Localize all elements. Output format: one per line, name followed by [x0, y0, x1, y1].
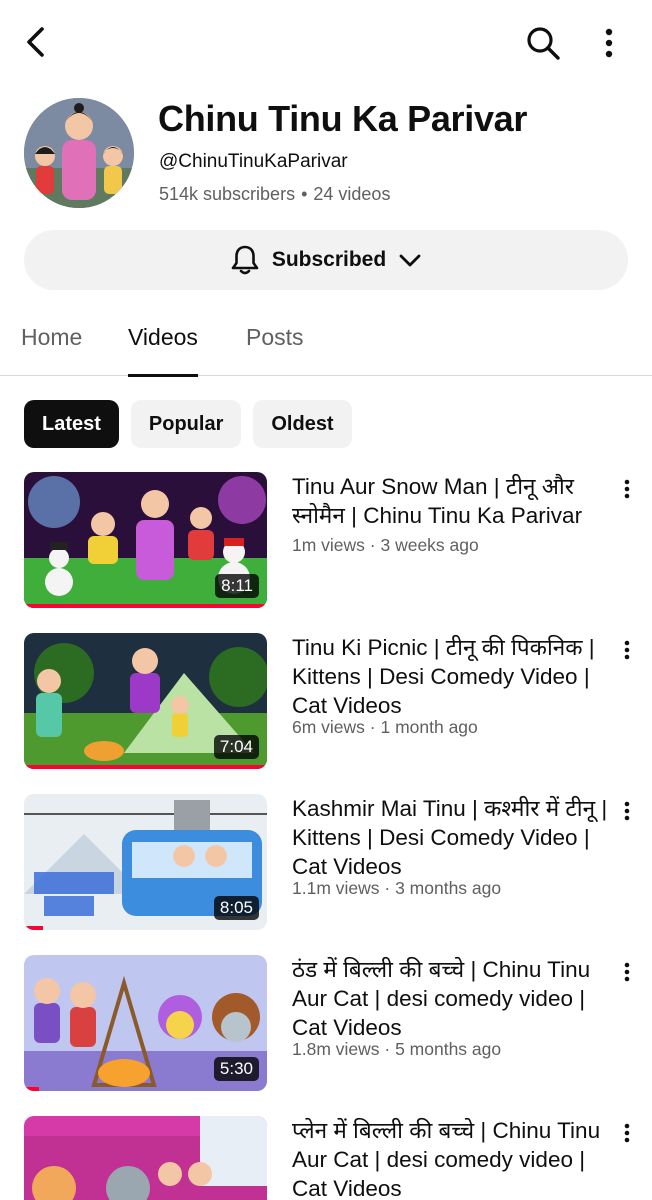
- video-title[interactable]: Kashmir Mai Tinu | कश्मीर में टीनू | Kit…: [292, 794, 612, 881]
- top-bar: [0, 0, 652, 84]
- watch-progress-bar: [24, 765, 267, 769]
- tab-home[interactable]: Home: [21, 324, 82, 376]
- video-item[interactable]: 5:30 ठंड में बिल्ली की बच्चे | Chinu Tin…: [0, 955, 652, 1093]
- chevron-left-icon: [27, 27, 44, 57]
- video-more-button[interactable]: [614, 635, 640, 665]
- stats-separator: •: [301, 184, 308, 204]
- sort-chips: Latest Popular Oldest: [24, 400, 352, 448]
- search-button[interactable]: [520, 20, 566, 66]
- video-meta: 1m views · 3 weeks ago: [292, 535, 479, 555]
- subscribed-button[interactable]: Subscribed: [24, 230, 628, 290]
- subscribed-label: Subscribed: [271, 248, 387, 271]
- video-title[interactable]: Tinu Aur Snow Man | टीनू और स्नोमैन | Ch…: [292, 472, 612, 530]
- video-more-button[interactable]: [614, 474, 640, 504]
- channel-avatar[interactable]: [24, 98, 134, 208]
- video-more-button[interactable]: [614, 1118, 640, 1148]
- tab-posts[interactable]: Posts: [246, 324, 304, 376]
- chip-latest[interactable]: Latest: [24, 400, 119, 448]
- video-thumbnail[interactable]: [24, 1116, 267, 1200]
- video-count: 24 videos: [313, 184, 391, 204]
- video-meta: 1.8m views · 5 months ago: [292, 1039, 502, 1059]
- vertical-dots-icon: [605, 28, 613, 58]
- video-item[interactable]: 8:05 Kashmir Mai Tinu | कश्मीर में टीनू …: [0, 794, 652, 932]
- video-thumbnail[interactable]: 8:11: [24, 472, 267, 608]
- chip-popular[interactable]: Popular: [130, 400, 242, 448]
- channel-name: Chinu Tinu Ka Parivar: [158, 98, 528, 139]
- channel-header: Chinu Tinu Ka Parivar @ChinuTinuKaPariva…: [0, 96, 652, 216]
- video-item[interactable]: 8:11 Tinu Aur Snow Man | टीनू और स्नोमैन…: [0, 472, 652, 610]
- vertical-dots-icon: [624, 801, 630, 821]
- bell-icon: [231, 245, 259, 275]
- video-more-button[interactable]: [614, 796, 640, 826]
- channel-tabs: Home Videos Posts: [0, 310, 652, 377]
- more-options-button[interactable]: [588, 20, 630, 66]
- search-icon: [527, 27, 560, 60]
- video-title[interactable]: ठंड में बिल्ली की बच्चे | Chinu Tinu Aur…: [292, 955, 612, 1042]
- vertical-dots-icon: [624, 962, 630, 982]
- video-item[interactable]: 7:04 Tinu Ki Picnic | टीनू की पिकनिक | K…: [0, 633, 652, 771]
- video-item[interactable]: प्लेन में बिल्ली की बच्चे | Chinu Tinu A…: [0, 1116, 652, 1200]
- video-duration: 8:05: [213, 896, 259, 920]
- video-duration: 5:30: [213, 1057, 259, 1081]
- video-title[interactable]: Tinu Ki Picnic | टीनू की पिकनिक | Kitten…: [292, 633, 612, 720]
- back-button[interactable]: [14, 20, 58, 64]
- video-meta: 6m views · 1 month ago: [292, 717, 478, 737]
- vertical-dots-icon: [624, 640, 630, 660]
- channel-stats: 514k subscribers • 24 videos: [159, 184, 390, 205]
- video-duration: 7:04: [213, 735, 259, 759]
- video-meta: 1.1m views · 3 months ago: [292, 878, 502, 898]
- video-thumbnail[interactable]: 7:04: [24, 633, 267, 769]
- chevron-down-icon: [399, 254, 421, 267]
- watch-progress-bar: [24, 1087, 39, 1091]
- video-more-button[interactable]: [614, 957, 640, 987]
- video-thumbnail[interactable]: 8:05: [24, 794, 267, 930]
- tab-videos[interactable]: Videos: [128, 324, 198, 377]
- channel-handle: @ChinuTinuKaParivar: [159, 151, 348, 172]
- watch-progress-bar: [24, 926, 44, 930]
- vertical-dots-icon: [624, 479, 630, 499]
- video-title[interactable]: प्लेन में बिल्ली की बच्चे | Chinu Tinu A…: [292, 1116, 612, 1200]
- watch-progress-bar: [24, 604, 267, 608]
- video-duration: 8:11: [215, 574, 259, 598]
- subscriber-count: 514k subscribers: [159, 184, 296, 204]
- chip-oldest[interactable]: Oldest: [253, 400, 352, 448]
- vertical-dots-icon: [624, 1123, 630, 1143]
- video-thumbnail[interactable]: 5:30: [24, 955, 267, 1091]
